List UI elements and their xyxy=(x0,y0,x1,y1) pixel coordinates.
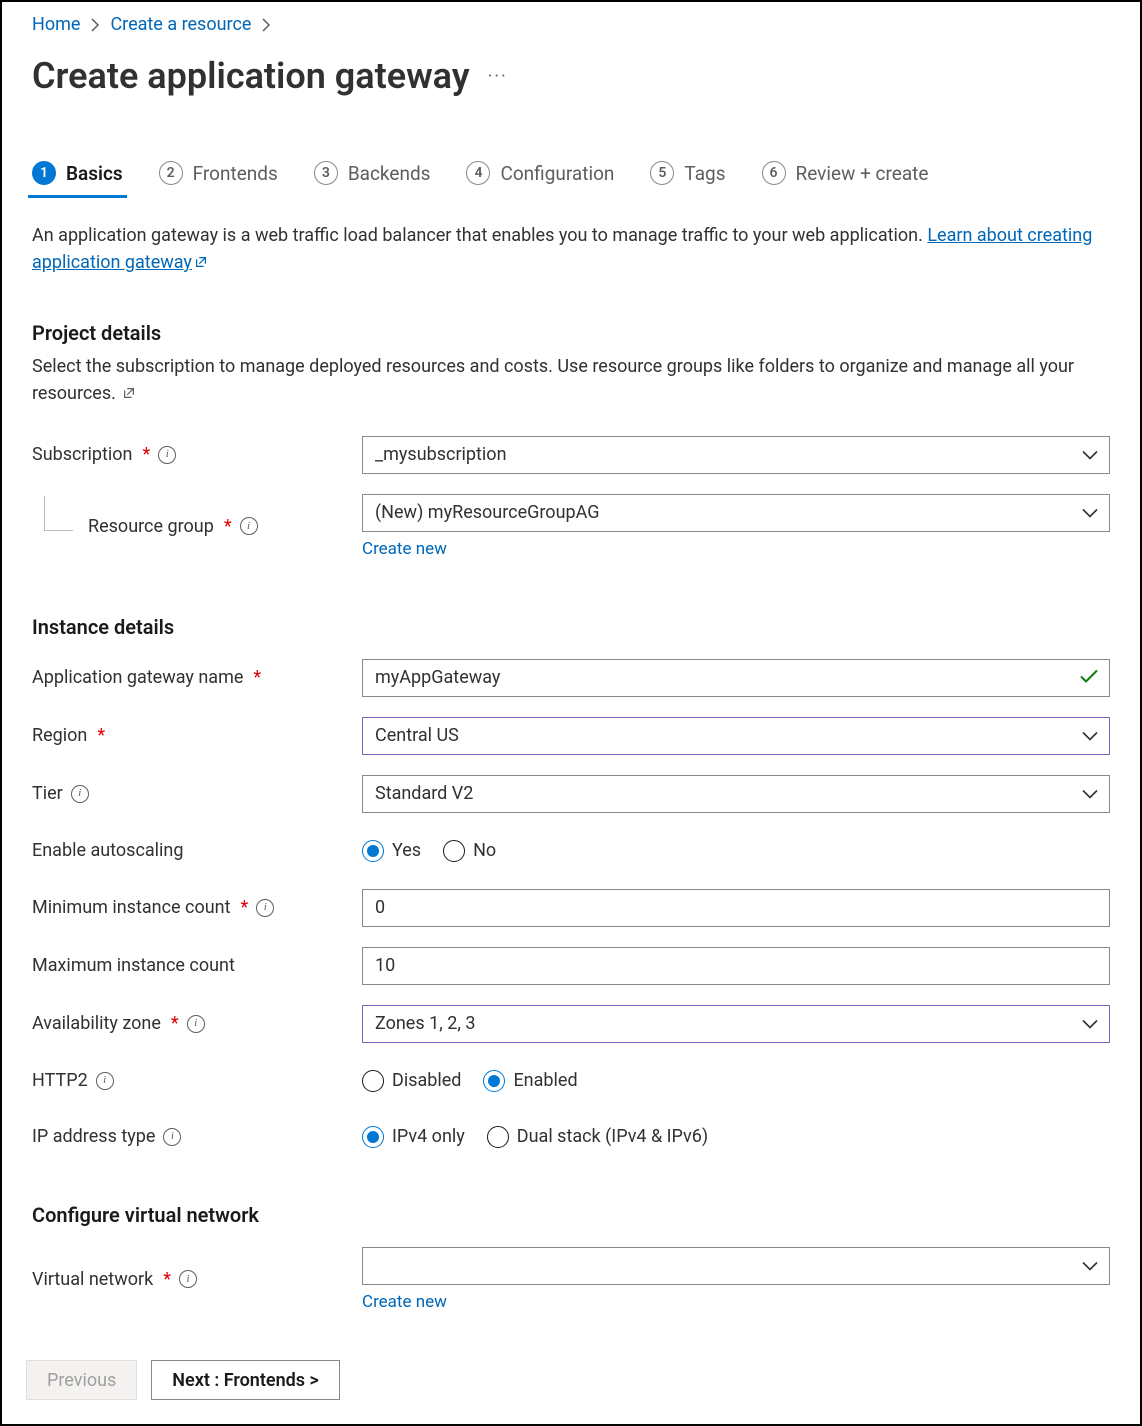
info-icon[interactable]: i xyxy=(158,446,176,464)
more-actions-button[interactable]: ··· xyxy=(484,62,512,91)
step-number-icon: 6 xyxy=(762,161,786,185)
breadcrumb: Home Create a resource xyxy=(32,14,1110,35)
http2-radio-group: Disabled Enabled xyxy=(362,1070,1110,1092)
info-icon[interactable]: i xyxy=(179,1270,197,1288)
tree-elbow-icon xyxy=(44,496,73,531)
http2-label: HTTP2 xyxy=(32,1070,88,1091)
max-count-input[interactable] xyxy=(362,947,1110,985)
autoscale-label: Enable autoscaling xyxy=(32,840,183,861)
tab-review-create[interactable]: 6 Review + create xyxy=(762,161,929,197)
autoscale-radio-group: Yes No xyxy=(362,840,1110,862)
step-number-icon: 1 xyxy=(32,161,56,185)
tab-label: Backends xyxy=(348,162,431,185)
avail-zone-label: Availability zone xyxy=(32,1013,161,1034)
info-icon[interactable]: i xyxy=(96,1072,114,1090)
appgw-name-input[interactable] xyxy=(362,659,1110,697)
section-project-details: Project details xyxy=(32,321,1110,345)
required-icon: * xyxy=(163,1269,171,1290)
wizard-tabs: 1 Basics 2 Frontends 3 Backends 4 Configuration… xyxy=(32,161,1110,198)
min-count-input[interactable] xyxy=(362,889,1110,927)
required-icon: * xyxy=(143,444,151,465)
http2-radio-enabled[interactable]: Enabled xyxy=(483,1070,577,1092)
tab-configuration[interactable]: 4 Configuration xyxy=(466,161,614,197)
step-number-icon: 2 xyxy=(159,161,183,185)
required-icon: * xyxy=(171,1013,179,1034)
info-icon[interactable]: i xyxy=(256,899,274,917)
wizard-footer: Previous Next : Frontends > xyxy=(2,1360,1140,1424)
external-link-icon xyxy=(194,250,208,277)
previous-button: Previous xyxy=(26,1360,137,1400)
radio-icon xyxy=(362,1070,384,1092)
section-vnet: Configure virtual network xyxy=(32,1203,1110,1227)
appgw-name-label: Application gateway name xyxy=(32,667,243,688)
info-icon[interactable]: i xyxy=(240,517,258,535)
radio-label: Dual stack (IPv4 & IPv6) xyxy=(517,1126,708,1147)
iptype-radio-ipv4-only[interactable]: IPv4 only xyxy=(362,1126,465,1148)
required-icon: * xyxy=(253,667,261,688)
radio-icon xyxy=(362,840,384,862)
min-count-label: Minimum instance count xyxy=(32,897,230,918)
autoscale-radio-yes[interactable]: Yes xyxy=(362,840,421,862)
next-button[interactable]: Next : Frontends > xyxy=(151,1360,340,1400)
radio-label: Disabled xyxy=(392,1070,461,1091)
region-select[interactable]: Central US xyxy=(362,717,1110,755)
section-project-desc: Select the subscription to manage deploy… xyxy=(32,353,1110,408)
iptype-label: IP address type xyxy=(32,1126,155,1147)
required-icon: * xyxy=(240,897,248,918)
tier-select[interactable]: Standard V2 xyxy=(362,775,1110,813)
required-icon: * xyxy=(97,725,105,746)
max-count-label: Maximum instance count xyxy=(32,955,235,976)
radio-icon xyxy=(487,1126,509,1148)
page-title: Create application gateway xyxy=(32,55,470,97)
tab-label: Basics xyxy=(66,162,123,185)
required-icon: * xyxy=(224,516,232,537)
subscription-label: Subscription xyxy=(32,444,133,465)
tab-label: Review + create xyxy=(796,162,929,185)
checkmark-icon xyxy=(1080,667,1098,688)
tab-frontends[interactable]: 2 Frontends xyxy=(159,161,278,197)
radio-icon xyxy=(483,1070,505,1092)
radio-icon xyxy=(362,1126,384,1148)
resource-group-label: Resource group xyxy=(88,516,214,537)
subscription-select[interactable]: _mysubscription xyxy=(362,436,1110,474)
tab-label: Frontends xyxy=(193,162,278,185)
resource-group-select[interactable]: (New) myResourceGroupAG xyxy=(362,494,1110,532)
radio-label: IPv4 only xyxy=(392,1126,465,1147)
breadcrumb-home[interactable]: Home xyxy=(32,14,80,35)
iptype-radio-group: IPv4 only Dual stack (IPv4 & IPv6) xyxy=(362,1126,1110,1148)
iptype-radio-dual-stack-ipv4-ipv6-[interactable]: Dual stack (IPv4 & IPv6) xyxy=(487,1126,708,1148)
info-icon[interactable]: i xyxy=(163,1128,181,1146)
avail-zone-select[interactable]: Zones 1, 2, 3 xyxy=(362,1005,1110,1043)
create-new-rg-link[interactable]: Create new xyxy=(362,539,447,559)
radio-label: Yes xyxy=(392,840,421,861)
vnet-label: Virtual network xyxy=(32,1269,153,1290)
radio-icon xyxy=(443,840,465,862)
radio-label: No xyxy=(473,840,496,861)
http2-radio-disabled[interactable]: Disabled xyxy=(362,1070,461,1092)
tab-backends[interactable]: 3 Backends xyxy=(314,161,431,197)
breadcrumb-create-resource[interactable]: Create a resource xyxy=(110,14,251,35)
tab-tags[interactable]: 5 Tags xyxy=(650,161,725,197)
section-instance-details: Instance details xyxy=(32,615,1110,639)
chevron-right-icon xyxy=(261,18,271,32)
tab-basics[interactable]: 1 Basics xyxy=(32,161,123,197)
external-link-icon xyxy=(122,381,136,408)
vnet-select[interactable] xyxy=(362,1247,1110,1285)
autoscale-radio-no[interactable]: No xyxy=(443,840,496,862)
tab-label: Tags xyxy=(684,162,725,185)
create-new-vnet-link[interactable]: Create new xyxy=(362,1292,447,1312)
step-number-icon: 4 xyxy=(466,161,490,185)
info-icon[interactable]: i xyxy=(71,785,89,803)
step-number-icon: 5 xyxy=(650,161,674,185)
chevron-right-icon xyxy=(90,18,100,32)
intro-text: An application gateway is a web traffic … xyxy=(32,222,1110,277)
info-icon[interactable]: i xyxy=(187,1015,205,1033)
tab-label: Configuration xyxy=(500,162,614,185)
tier-label: Tier xyxy=(32,783,63,804)
step-number-icon: 3 xyxy=(314,161,338,185)
radio-label: Enabled xyxy=(513,1070,577,1091)
region-label: Region xyxy=(32,725,87,746)
